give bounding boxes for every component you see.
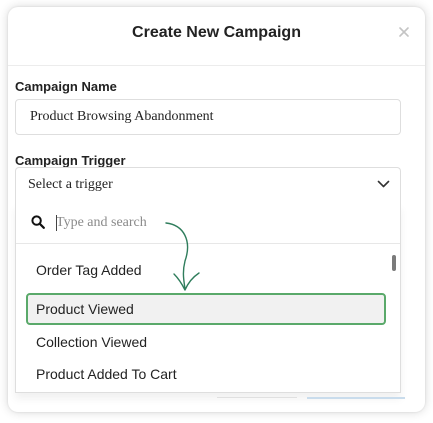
option-product-viewed[interactable]: Product Viewed	[26, 293, 386, 325]
text-cursor	[56, 215, 57, 231]
select-value: Select a trigger	[28, 177, 113, 192]
campaign-trigger-select[interactable]: Select a trigger	[15, 167, 401, 203]
footer-button-hint	[217, 397, 297, 401]
campaign-name-label: Campaign Name	[15, 79, 117, 94]
footer-button-hint	[307, 397, 405, 402]
campaign-trigger-label: Campaign Trigger	[15, 153, 126, 168]
chevron-down-icon[interactable]	[377, 180, 390, 189]
close-icon[interactable]	[398, 26, 410, 38]
header-divider	[8, 65, 425, 66]
modal-title: Create New Campaign	[132, 24, 301, 41]
option-product-added-to-cart[interactable]: Product Added To Cart	[26, 358, 386, 390]
campaign-name-input[interactable]: Product Browsing Abandonment	[15, 99, 401, 135]
annotation-arrow-icon	[165, 222, 200, 291]
option-collection-viewed[interactable]: Collection Viewed	[26, 326, 386, 358]
dropdown-scrollbar[interactable]	[392, 255, 396, 271]
search-icon	[31, 215, 45, 229]
